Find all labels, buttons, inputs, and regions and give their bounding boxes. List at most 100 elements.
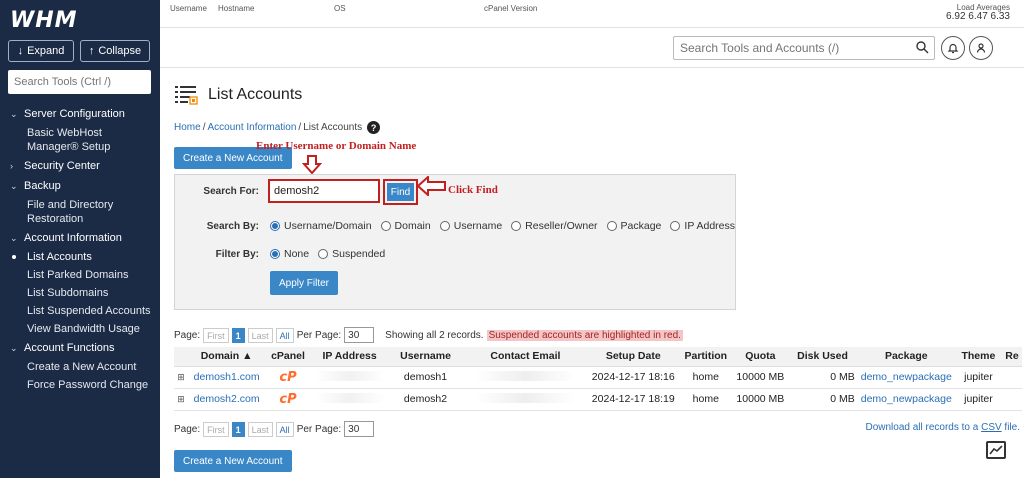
table-cell (1002, 366, 1022, 389)
setup-date-cell: 2024-12-17 18:16 (588, 366, 679, 389)
username-cell: demosh2 (388, 388, 463, 411)
cpanel-login-icon[interactable]: cP (279, 370, 296, 385)
search-by-option[interactable]: IP Address (670, 220, 735, 232)
column-header[interactable]: Partition (678, 347, 734, 367)
search-by-option[interactable]: Reseller/Owner (511, 220, 598, 232)
per-page-input[interactable] (344, 421, 375, 437)
breadcrumb-home[interactable]: Home (174, 122, 201, 133)
chart-icon[interactable] (986, 441, 1006, 459)
annotation-enter-username: Enter Username or Domain Name (256, 140, 417, 152)
first-page-button[interactable]: First (203, 327, 229, 343)
whm-logo[interactable]: WHM (10, 8, 78, 33)
sidebar-section[interactable]: ⌄ Server Configuration (0, 104, 160, 124)
domain-link[interactable]: demosh2.com (187, 388, 266, 411)
csv-link-text[interactable]: CSV (981, 422, 1002, 433)
sidebar-item[interactable]: List Parked Domains (0, 266, 160, 284)
cpanel-login-icon[interactable]: cP (279, 392, 296, 407)
last-page-button[interactable]: Last (247, 421, 273, 437)
sidebar-item[interactable]: List Subdomains (0, 284, 160, 302)
column-header[interactable]: cPanel (265, 347, 311, 367)
sidebar-item[interactable]: File and Directory Restoration (0, 196, 160, 228)
column-header[interactable]: Re (1002, 347, 1022, 367)
column-header[interactable]: Setup Date (588, 347, 679, 367)
table-cell: ⊞ (174, 366, 188, 389)
table-row: ⊞ demosh1.com cP demosh1 2024-12-17 18:16 hom… (174, 366, 1022, 389)
search-by-option-label: IP Address (684, 220, 735, 232)
search-by-option[interactable]: Package (606, 220, 661, 232)
csv-download-link[interactable]: Download all records to a CSV file. (865, 422, 1020, 433)
table-body: ⊞ demosh1.com cP demosh1 2024-12-17 18:16 hom… (174, 366, 1022, 411)
search-by-option[interactable]: Username (439, 220, 502, 232)
find-button[interactable]: Find (387, 183, 414, 201)
partition-cell: home (678, 366, 734, 389)
filter-by-label: Filter By: (215, 249, 259, 260)
sidebar-item[interactable]: List Suspended Accounts (0, 302, 160, 320)
sidebar-item[interactable]: View Bandwidth Usage (0, 320, 160, 338)
user-icon[interactable] (969, 36, 993, 60)
create-account-button-bottom[interactable]: Create a New Account (174, 450, 292, 472)
per-page-input[interactable] (344, 327, 375, 343)
filter-by-option[interactable]: Suspended (318, 248, 385, 260)
sidebar-section[interactable]: ⌄ Account Information (0, 228, 160, 248)
os-label: OS (334, 4, 346, 13)
bell-icon[interactable] (941, 36, 965, 60)
column-header[interactable]: Disk Used (787, 347, 858, 367)
sidebar-section[interactable]: › Security Center (0, 156, 160, 176)
current-page-button[interactable]: 1 (231, 327, 245, 343)
column-header[interactable]: Domain ▲ (187, 347, 266, 367)
package-link[interactable]: demo_newpackage (857, 366, 955, 389)
all-pages-button[interactable]: All (275, 327, 294, 343)
expand-row-icon[interactable]: ⊞ (177, 394, 185, 404)
collapse-button[interactable]: ↑ Collapse (80, 40, 150, 62)
radio-button[interactable] (606, 221, 617, 231)
search-for-label: Search For: (203, 186, 259, 197)
tools-accounts-search-input[interactable] (673, 36, 935, 60)
radio-button[interactable] (380, 221, 391, 231)
all-pages-button[interactable]: All (275, 421, 294, 437)
search-by-option[interactable]: Domain (380, 220, 431, 232)
radio-button[interactable] (670, 221, 681, 231)
search-for-input[interactable] (270, 181, 378, 201)
column-header[interactable]: Contact Email (462, 347, 589, 367)
filter-by-option[interactable]: None (270, 248, 309, 260)
first-page-button[interactable]: First (203, 421, 229, 437)
expand-button[interactable]: ↓ Expand (8, 40, 74, 62)
column-header[interactable]: IP Address (310, 347, 389, 367)
column-header[interactable]: Theme (954, 347, 1002, 367)
column-header[interactable] (174, 347, 188, 367)
breadcrumb-account-information[interactable]: Account Information (207, 122, 296, 133)
search-input-highlight (268, 179, 380, 203)
column-header[interactable]: Package (857, 347, 955, 367)
package-link[interactable]: demo_newpackage (857, 388, 955, 411)
per-page-label: Per Page: (296, 423, 342, 435)
help-icon[interactable]: ? (367, 121, 381, 134)
column-header[interactable]: Username (388, 347, 463, 367)
search-by-option[interactable]: Username/Domain (270, 220, 372, 232)
search-icon[interactable] (915, 40, 929, 54)
sidebar: WHM ↓ Expand ↑ Collapse ⌄ Server Configur… (0, 0, 160, 478)
radio-button[interactable] (270, 249, 280, 259)
sidebar-item[interactable]: Create a New Account (0, 358, 160, 376)
sidebar-item[interactable]: Basic WebHost Manager® Setup (0, 124, 160, 156)
chevron-down-icon: ⌄ (10, 232, 18, 243)
apply-filter-button[interactable]: Apply Filter (270, 271, 339, 295)
quota-cell: 10000 MB (733, 388, 788, 411)
find-button-highlight: Find (383, 179, 418, 205)
current-page-button[interactable]: 1 (231, 421, 245, 437)
sidebar-section[interactable]: ⌄ Account Functions (0, 338, 160, 358)
sidebar-section[interactable]: ⌄ Backup (0, 176, 160, 196)
ip-address-redacted (314, 392, 385, 403)
domain-link[interactable]: demosh1.com (187, 366, 266, 389)
radio-button[interactable] (511, 221, 522, 231)
radio-button[interactable] (439, 221, 450, 231)
table-cell: ⊞ (174, 388, 188, 411)
sidebar-item[interactable]: Force Password Change (0, 376, 160, 394)
column-header[interactable]: Quota (733, 347, 788, 367)
radio-button[interactable] (318, 249, 329, 259)
sidebar-search-input[interactable] (8, 70, 151, 94)
filter-by-option-label: Suspended (332, 248, 386, 260)
expand-row-icon[interactable]: ⊞ (177, 372, 185, 382)
last-page-button[interactable]: Last (247, 327, 273, 343)
sidebar-item[interactable]: List Accounts (0, 248, 160, 266)
radio-button[interactable] (270, 221, 280, 231)
